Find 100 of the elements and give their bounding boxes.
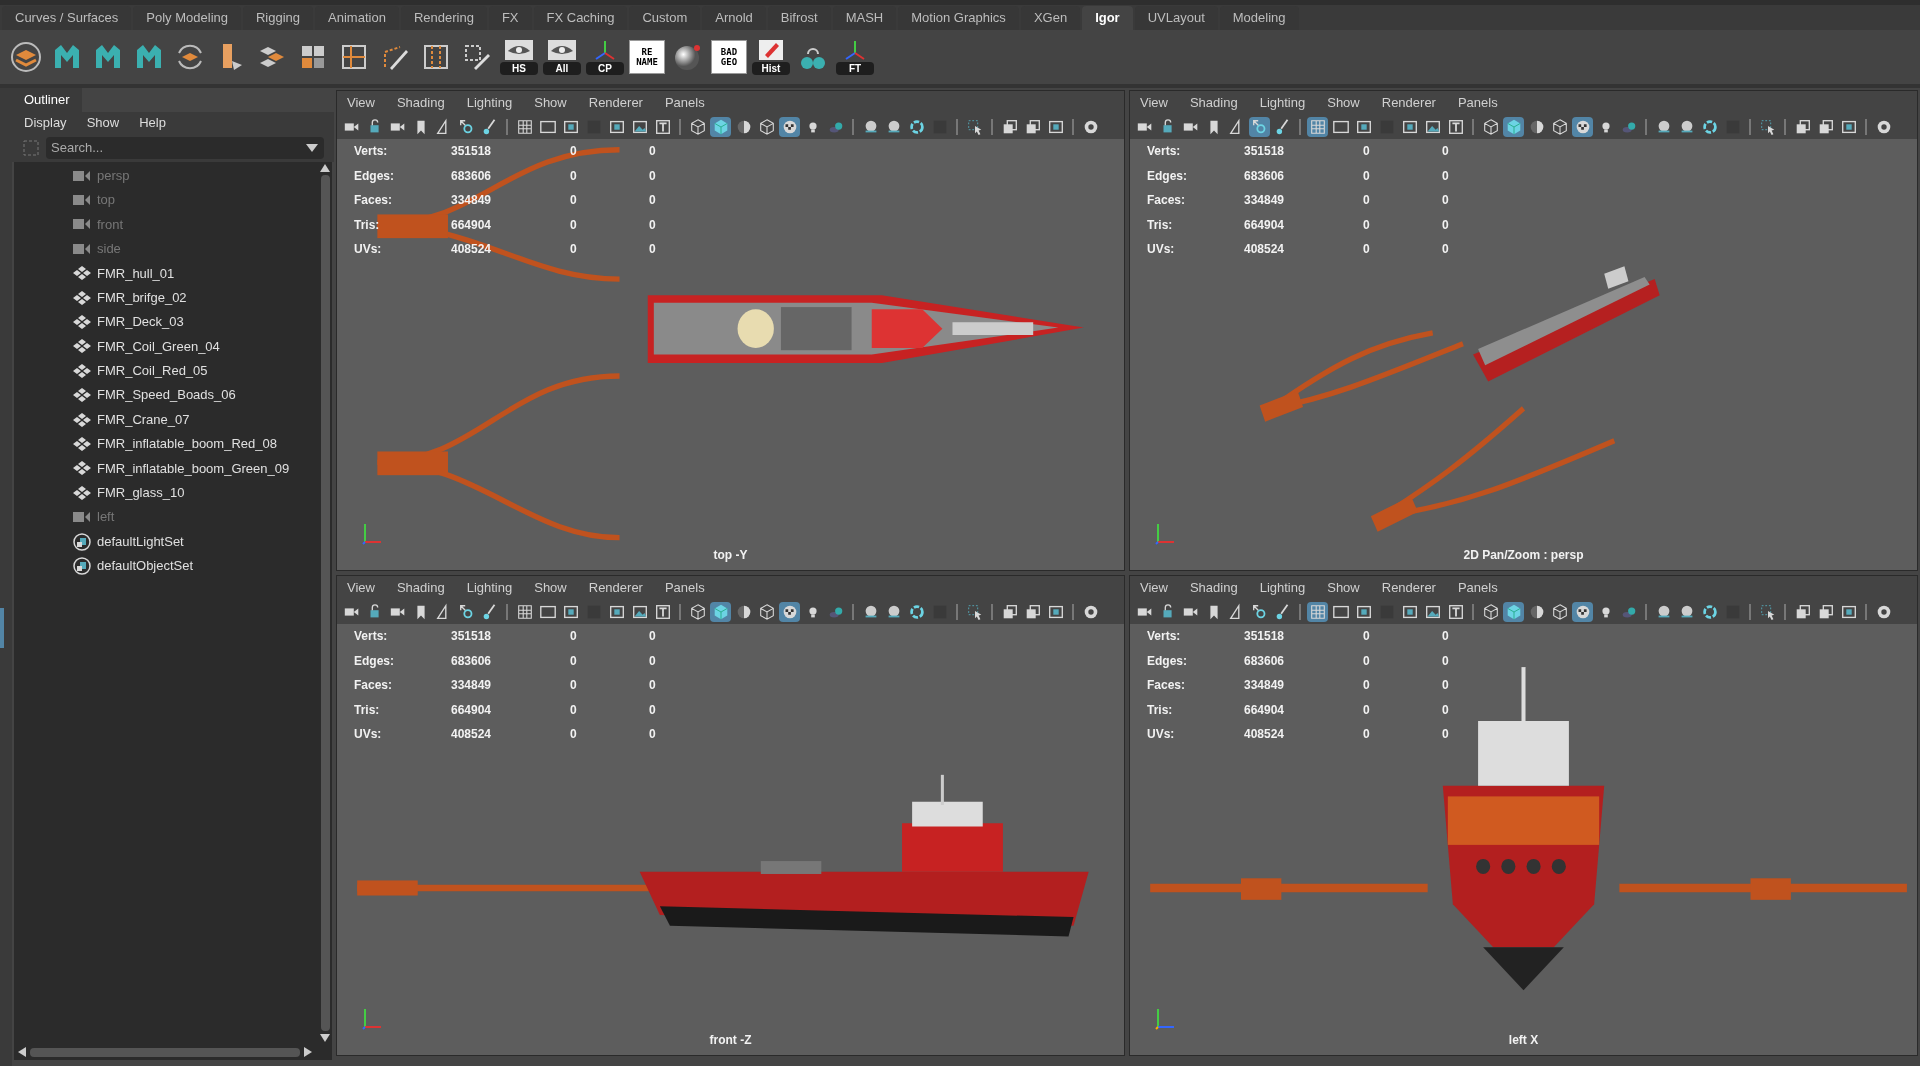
wireframe-cube-icon [1481,603,1500,621]
menu-item[interactable]: Lighting [466,578,513,598]
outliner-item[interactable]: FMR_inflatable_boom_Red_08 [72,431,318,457]
axes-button[interactable]: FT [836,39,874,75]
axes-button[interactable]: CP [586,39,624,75]
hud-value: 664904 [1244,216,1286,234]
menu-item[interactable]: Show [1327,93,1360,113]
selection-icon [22,138,40,157]
menu-item[interactable]: Shading [396,93,445,113]
zoom-button[interactable] [1249,117,1270,137]
cube-button[interactable] [1503,602,1524,622]
menu-item[interactable]: Show [534,578,567,598]
select-icon [965,603,984,621]
camera-label: front -Z [709,1032,752,1049]
menu-item[interactable]: Panels [1457,93,1498,113]
checker-button[interactable] [779,117,800,137]
menu-item[interactable]: View [1140,578,1168,598]
menu-item[interactable]: Panels [1457,578,1498,598]
eye-button[interactable]: All [543,39,581,75]
menu-item[interactable]: Shading [396,578,445,598]
script-button[interactable]: RE NAME [629,40,665,74]
hud-value: 408524 [1244,726,1286,744]
hud-label: Verts: [1147,143,1182,161]
hud-value: 0 [1442,677,1450,695]
menu-item[interactable]: Lighting [1259,578,1306,598]
menu-item[interactable]: Renderer [588,578,643,598]
camera-icon [73,218,91,231]
wireframe-cube-icon [688,118,707,136]
layers-icon[interactable] [8,39,44,75]
menu-item[interactable]: Shading [1189,578,1238,598]
outliner-item[interactable]: FMR_inflatable_boom_Green_09 [72,456,318,481]
checker-button[interactable] [779,602,800,622]
mesh-icon [73,315,91,330]
menu-item[interactable]: Help [139,112,166,133]
menu-item[interactable]: Lighting [466,93,513,113]
cube-button[interactable] [1503,117,1524,137]
gate-icon [1354,603,1373,621]
camera-icon [73,169,91,182]
menu-item[interactable]: View [347,93,375,113]
hud-label: Edges: [354,167,395,185]
menu-item[interactable]: Panels [664,93,705,113]
outliner-item[interactable]: FMR_Crane_07 [72,407,318,432]
menu-item[interactable]: Show [534,93,567,113]
hud-value: 408524 [1244,241,1286,259]
hud-value: 351518 [1244,628,1286,646]
hud-label: Edges: [354,652,395,670]
hud-value: 0 [649,167,657,185]
hud-value: 0 [1442,216,1450,234]
cube-button[interactable] [710,117,731,137]
search-field[interactable]: Search... [46,136,324,159]
menu-item[interactable]: Renderer [588,93,643,113]
menu-item[interactable]: Panels [664,578,705,598]
menu-item[interactable]: Renderer [1381,578,1436,598]
text-icon [653,603,672,621]
panel-tab[interactable]: Outliner [12,88,82,112]
grid-button[interactable] [1307,117,1328,137]
dropdown-icon[interactable] [306,143,318,152]
hud-value: 0 [1363,192,1371,210]
shelf-tab[interactable]: Igor [1082,6,1133,30]
outliner-item[interactable]: FMR_Coil_Green_04 [72,334,318,359]
menu-item[interactable]: Show [86,112,120,133]
checker-button[interactable] [1572,602,1593,622]
camera-icon [73,511,91,524]
script-button[interactable]: BAD GEO [711,40,747,74]
image-icon [630,603,649,621]
hud-value: 664904 [451,216,493,234]
menu-item[interactable]: Lighting [1259,93,1306,113]
outliner-item[interactable]: FMR_glass_10 [72,480,318,505]
camera-label: 2D Pan/Zoom : persp [1463,547,1584,564]
eye-button[interactable]: HS [500,39,538,75]
text-icon [1446,603,1465,621]
outliner-item[interactable]: defaultObjectSet [72,553,318,579]
cube-button[interactable] [710,602,731,622]
horizontal-scrollbar[interactable] [14,1044,332,1060]
outliner-item[interactable]: FMR_Coil_Red_05 [72,358,318,383]
hud-label: Tris: [354,216,381,234]
outliner-item[interactable]: defaultLightSet [72,529,318,554]
mesh-icon [73,290,91,305]
hud-label: UVs: [1147,726,1176,744]
menu-item[interactable]: View [347,578,375,598]
scroll-left-icon[interactable] [18,1047,26,1057]
menu-item[interactable]: Renderer [1381,93,1436,113]
grid-button[interactable] [1307,602,1328,622]
hud-value: 0 [649,701,657,719]
menu-item[interactable]: Shading [1189,93,1238,113]
menu-item[interactable]: Show [1327,578,1360,598]
outliner-item[interactable]: FMR_brifge_02 [72,285,318,310]
menu-item[interactable]: View [1140,93,1168,113]
outliner-item[interactable]: FMR_Speed_Boads_06 [72,383,318,408]
menu-item[interactable]: Display [24,112,67,133]
scroll-down-icon[interactable] [320,1034,330,1042]
outliner-item[interactable]: FMR_hull_01 [72,261,318,286]
scroll-right-icon[interactable] [304,1047,312,1057]
film-icon [538,118,557,136]
outliner-item[interactable]: FMR_Deck_03 [72,309,318,335]
resize-icon [1839,603,1858,621]
checker-button[interactable] [1572,117,1593,137]
history-button[interactable]: Hist [752,39,790,75]
hud-value: 0 [1442,241,1450,259]
hud-value: 0 [1442,192,1450,210]
